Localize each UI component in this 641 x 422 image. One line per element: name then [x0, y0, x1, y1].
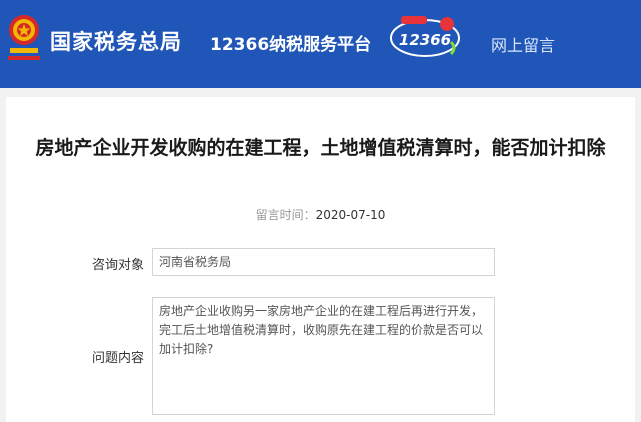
time-label: 留言时间：	[255, 208, 316, 222]
consult-target-field[interactable]: 河南省税务局	[152, 248, 495, 276]
question-content-label: 问题内容	[91, 351, 144, 366]
message-card: 房地产企业开发收购的在建工程，土地增值税清算时，能否加计扣除 留言时间：2020…	[6, 97, 635, 422]
message-time: 留言时间：2020-07-10	[6, 206, 635, 223]
section-name[interactable]: 网上留言	[491, 32, 555, 56]
12366-hotline-logo: 12366	[390, 16, 460, 57]
question-content-field[interactable]: 房地产企业收购另一家房地产企业的在建工程后再进行开发，完工后土地增值税清算时，收…	[152, 297, 495, 415]
site-header: 国家税务总局 12366纳税服务平台 12366 网上留言	[0, 0, 641, 88]
page-title: 房地产企业开发收购的在建工程，土地增值税清算时，能否加计扣除	[35, 137, 606, 159]
time-value: 2020-07-10	[315, 208, 386, 222]
badge-number: 12366	[399, 31, 451, 49]
consult-target-label: 咨询对象	[91, 258, 144, 273]
tax-emblem-icon	[8, 15, 40, 60]
brand-title[interactable]: 国家税务总局	[50, 26, 182, 56]
platform-title: 12366纳税服务平台	[210, 35, 372, 55]
